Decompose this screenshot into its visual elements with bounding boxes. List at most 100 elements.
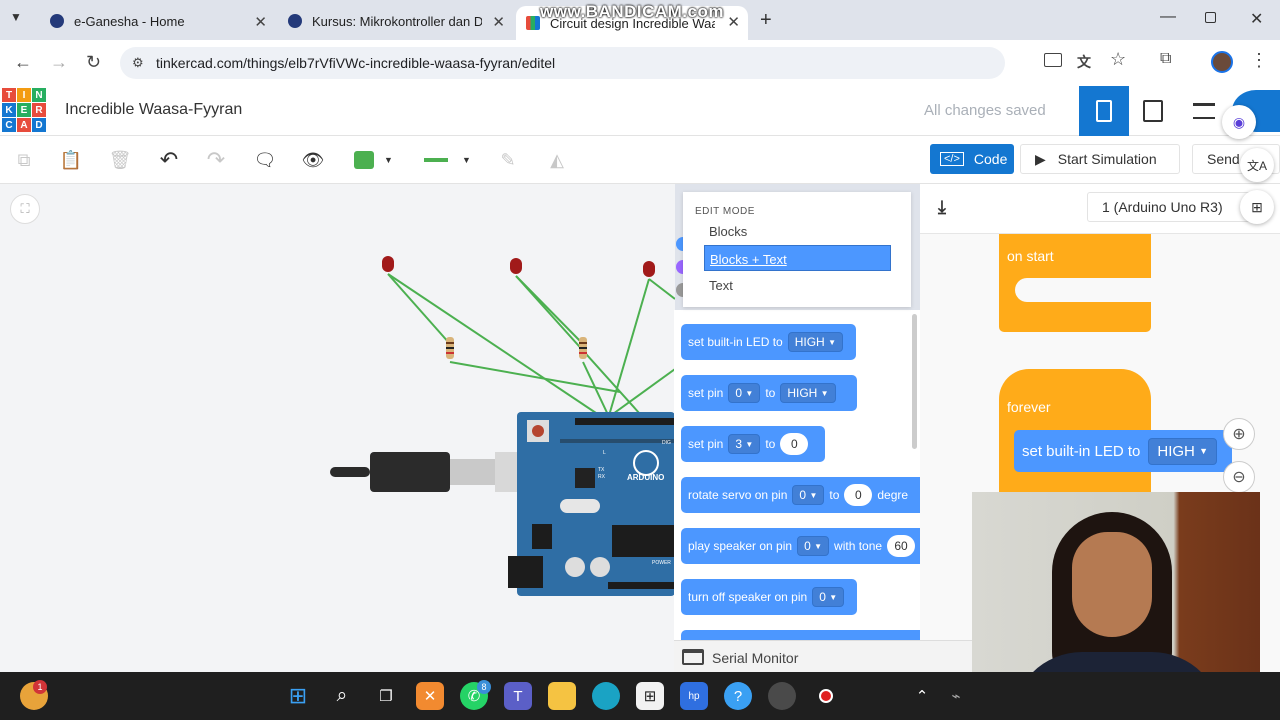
color-picker[interactable]: ▼ [346, 148, 406, 172]
edit-mode-text[interactable]: Text [709, 278, 733, 293]
tab-title: Kursus: Mikrokontroller dan Da [312, 13, 482, 29]
new-tab-icon[interactable]: + [760, 9, 772, 32]
xampp-icon[interactable]: ✕ [416, 682, 444, 710]
tinkercad-logo[interactable]: T I N K E R C A D [2, 88, 46, 132]
device-selector[interactable]: 1 (Arduino Uno R3) [1087, 192, 1255, 222]
install-app-icon[interactable] [1044, 53, 1062, 67]
redo-icon[interactable]: ↷ [202, 146, 230, 174]
flip-icon[interactable]: ◭ [543, 146, 571, 174]
undo-icon[interactable]: ↶ [155, 146, 183, 174]
extensions-icon[interactable]: ⧉ [1160, 50, 1171, 68]
start-simulation-button[interactable]: ▶ Start Simulation [1020, 144, 1180, 174]
on-start-block[interactable]: on start [999, 234, 1151, 332]
bandicam-record-icon[interactable] [812, 682, 840, 710]
paste-icon[interactable]: 📋 [57, 146, 85, 174]
block-label: set pin [688, 437, 724, 451]
minimize-icon[interactable]: — [1160, 8, 1176, 26]
zoom-out-icon[interactable]: ⊖ [1223, 461, 1255, 493]
pin-dropdown[interactable]: 0 ▼ [792, 485, 825, 505]
wire-type-picker[interactable]: ▼ [416, 148, 478, 172]
palette-block-partial[interactable] [681, 630, 920, 640]
palette-scrollbar[interactable] [912, 314, 917, 449]
pin-dropdown[interactable]: 0 ▼ [812, 587, 845, 607]
tab-e-ganesha[interactable]: e-Ganesha - Home ✕ [40, 6, 275, 36]
network-icon[interactable]: ⌁ [942, 682, 970, 710]
tab-list-dropdown-icon[interactable]: ▼ [10, 10, 22, 24]
palette-block-set-pin[interactable]: set pin 0 ▼ to HIGH ▼ [681, 375, 857, 411]
assistant-bubble-icon[interactable]: ◉ [1222, 105, 1256, 139]
tray-overflow-icon[interactable]: ⌃ [908, 682, 936, 710]
start-icon[interactable]: ⊞ [284, 682, 312, 710]
tinkercad-favicon-icon [526, 16, 540, 30]
project-title[interactable]: Incredible Waasa-Fyyran [65, 101, 242, 119]
university-favicon-icon [50, 14, 64, 28]
resistor-1 [446, 337, 454, 359]
store-icon[interactable]: ⊞ [636, 682, 664, 710]
tone-input[interactable]: 60 [887, 535, 916, 557]
apps-overlay-icon[interactable]: ⊞ [1240, 190, 1274, 224]
restore-icon[interactable] [1205, 12, 1216, 23]
code-icon: </> [940, 152, 964, 166]
bookmark-star-icon[interactable]: ☆ [1110, 49, 1126, 70]
toggle-notes-visibility-icon[interactable]: 👁 [299, 146, 327, 174]
palette-block-play-speaker[interactable]: play speaker on pin 0 ▼ with tone 60 [681, 528, 920, 564]
translate-overlay-icon[interactable]: 文A [1240, 148, 1274, 182]
teams-icon[interactable]: T [504, 682, 532, 710]
palette-block-set-pin-analog[interactable]: set pin 3 ▼ to 0 [681, 426, 825, 462]
palette-block-set-led[interactable]: set built-in LED to HIGH ▼ [681, 324, 856, 360]
value-dropdown[interactable]: HIGH ▼ [787, 332, 843, 352]
serial-monitor-bar[interactable]: Serial Monitor [674, 640, 972, 672]
zoom-in-icon[interactable]: ⊕ [1223, 418, 1255, 450]
task-view-icon[interactable]: ❐ [372, 682, 400, 710]
components-list-button[interactable] [1193, 103, 1215, 119]
close-tab-icon[interactable]: ✕ [492, 13, 505, 31]
color-swatch [354, 151, 374, 169]
close-window-icon[interactable]: ✕ [1250, 9, 1263, 29]
reload-icon[interactable]: ↻ [86, 52, 101, 73]
browser-address-bar: ← → ↻ ⚙ tinkercad.com/things/elb7rVfiVWc… [0, 40, 1280, 86]
set-builtin-led-block[interactable]: set built-in LED to HIGH ▼ [1014, 430, 1232, 472]
translate-icon[interactable]: 文 [1077, 52, 1091, 72]
url-field[interactable]: ⚙ tinkercad.com/things/elb7rVfiVWc-incre… [120, 47, 1005, 79]
pin-dropdown[interactable]: 0 ▼ [797, 536, 830, 556]
chevron-down-icon: ▼ [745, 388, 754, 398]
notes-icon[interactable]: 🗨 [251, 146, 279, 174]
forward-icon[interactable]: → [50, 52, 68, 73]
schematic-view-button[interactable] [1143, 100, 1163, 122]
copy-icon[interactable]: ⧉ [10, 146, 38, 174]
edit-mode-blocks[interactable]: Blocks [709, 224, 747, 239]
delete-icon[interactable]: 🗑 [106, 146, 134, 174]
tab-kursus[interactable]: Kursus: Mikrokontroller dan Da ✕ [278, 6, 513, 36]
angle-input[interactable]: 0 [844, 484, 873, 506]
back-icon[interactable]: ← [14, 52, 32, 73]
pin-dropdown[interactable]: 3 ▼ [728, 434, 761, 454]
circuit-view-button[interactable] [1079, 86, 1129, 136]
value-dropdown[interactable]: HIGH ▼ [780, 383, 836, 403]
block-label: with tone [834, 539, 883, 553]
edge-icon[interactable] [592, 682, 620, 710]
arduino-brand-label: ARDUINO [627, 473, 665, 482]
pin-dropdown[interactable]: 0 ▼ [728, 383, 761, 403]
edit-mode-blocks-text[interactable]: Blocks + Text [704, 245, 891, 271]
palette-block-rotate-servo[interactable]: rotate servo on pin 0 ▼ to 0 degre [681, 477, 920, 513]
close-tab-icon[interactable]: ✕ [254, 13, 267, 31]
browser-menu-icon[interactable]: ⋮ [1250, 50, 1268, 71]
block-label: play speaker on pin [688, 539, 793, 553]
value-input[interactable]: 0 [780, 433, 809, 455]
profile-avatar[interactable] [1211, 51, 1233, 73]
rotate-icon[interactable]: ✎ [494, 146, 522, 174]
blocks-palette: set built-in LED to HIGH ▼ set pin 0 ▼ t… [674, 310, 920, 640]
chrome-icon[interactable] [768, 682, 796, 710]
file-explorer-icon[interactable] [548, 682, 576, 710]
site-settings-icon[interactable]: ⚙ [132, 55, 144, 71]
search-icon[interactable]: ⌕ [328, 682, 356, 710]
university-favicon-icon [288, 14, 302, 28]
hp-app-icon[interactable]: hp [680, 682, 708, 710]
value-dropdown[interactable]: HIGH ▼ [1148, 437, 1217, 465]
palette-block-turn-off-speaker[interactable]: turn off speaker on pin 0 ▼ [681, 579, 857, 615]
help-icon[interactable]: ? [724, 682, 752, 710]
code-button[interactable]: </> Code [930, 144, 1014, 174]
download-code-icon[interactable]: ⤓ [938, 197, 946, 218]
circuit-canvas[interactable]: ⛶ ARDUINO TX RX L POWER DIG [0, 184, 675, 672]
close-tab-icon[interactable]: ✕ [727, 13, 740, 31]
